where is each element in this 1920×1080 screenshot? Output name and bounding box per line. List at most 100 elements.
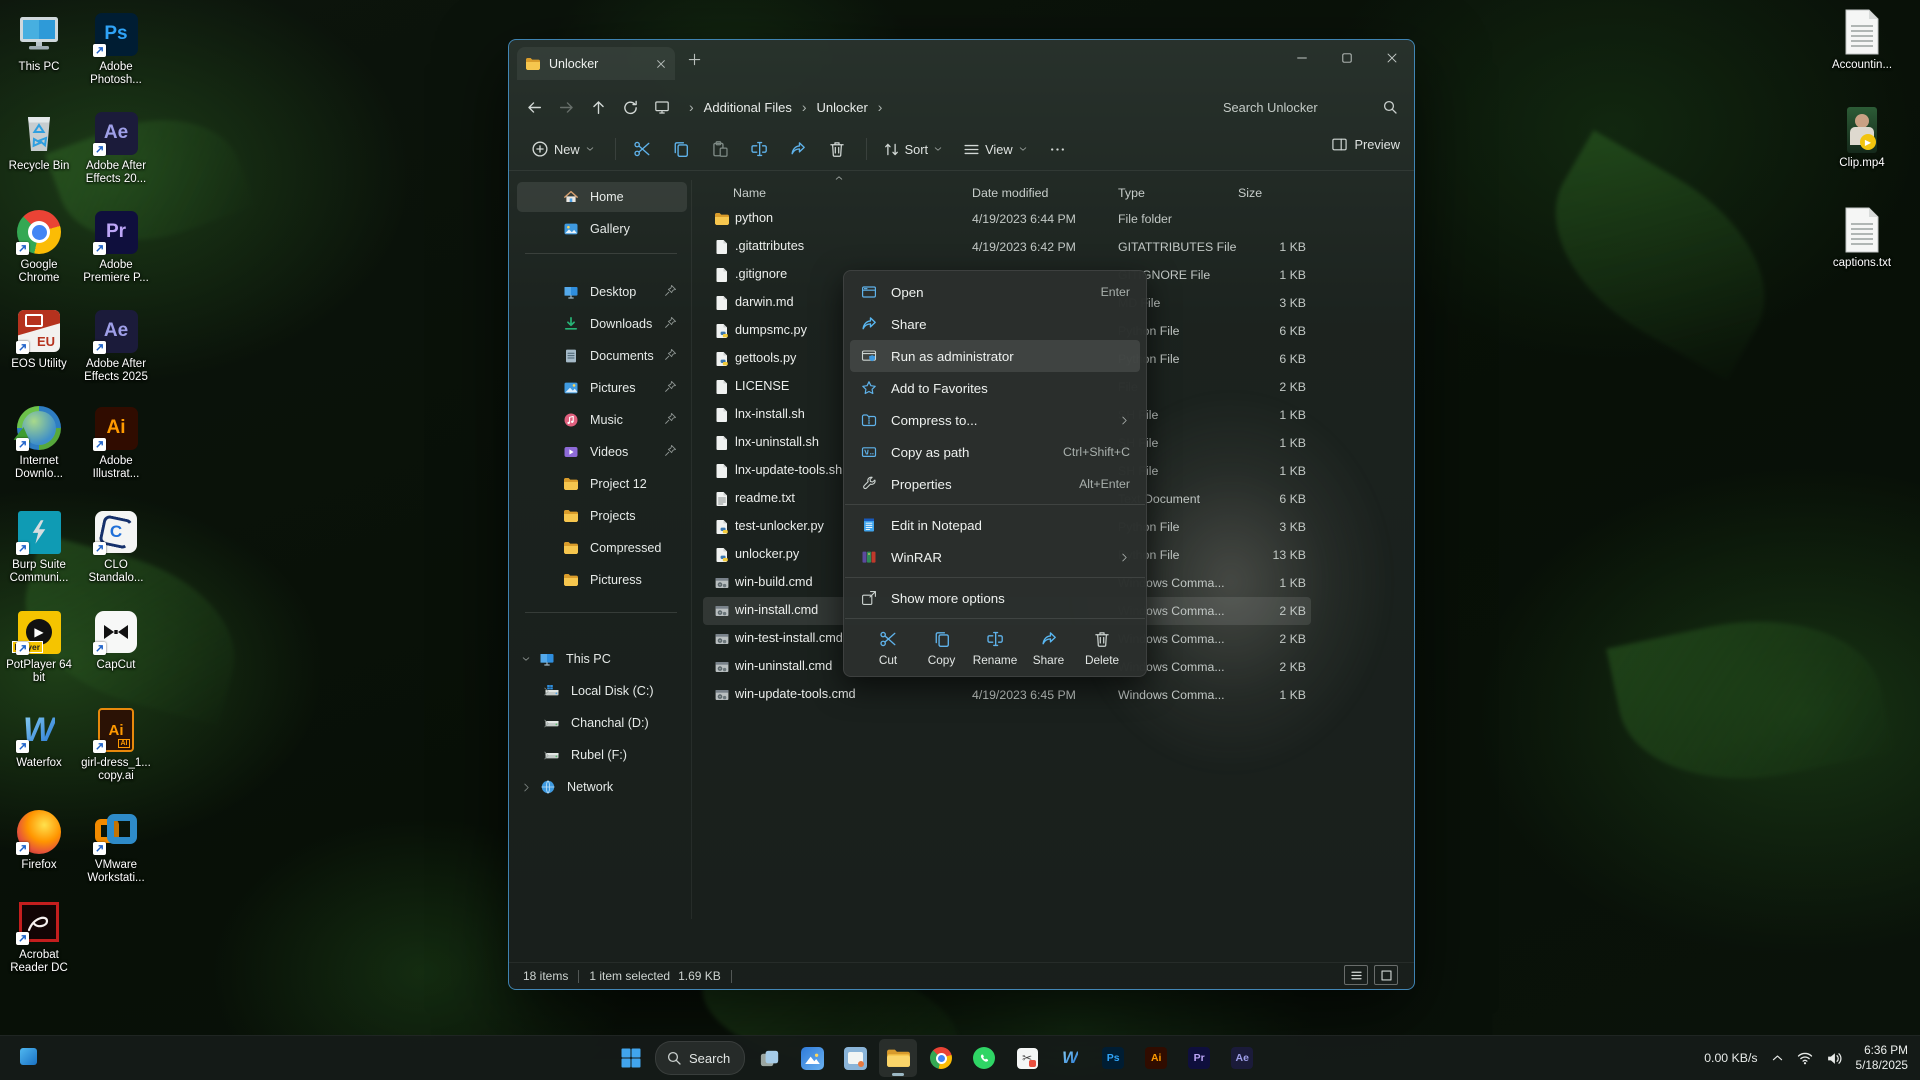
menu-item-show-more-options[interactable]: Show more options xyxy=(850,582,1140,614)
menu-item-edit-in-notepad[interactable]: Edit in Notepad xyxy=(850,509,1140,541)
taskbar-app-start[interactable] xyxy=(612,1039,650,1077)
taskbar-app-photos[interactable] xyxy=(793,1039,831,1077)
search-icon[interactable] xyxy=(1382,99,1398,115)
titlebar[interactable]: Unlocker xyxy=(509,40,1414,86)
quick-action-copy[interactable]: Copy xyxy=(920,630,964,667)
new-button[interactable]: New xyxy=(523,134,603,164)
thumbnail-view-toggle[interactable] xyxy=(1374,965,1398,985)
sidebar-item-rubel-f[interactable]: Rubel (F:) xyxy=(517,740,687,770)
view-button[interactable]: View xyxy=(955,135,1036,164)
share-button[interactable] xyxy=(780,134,816,164)
sidebar-item-pictures[interactable]: Pictures xyxy=(517,373,687,403)
desktop-icon-eos-utility[interactable]: EUEOS Utility xyxy=(3,307,75,371)
menu-item-add-to-favorites[interactable]: Add to Favorites xyxy=(850,372,1140,404)
sidebar-item-projects[interactable]: Projects xyxy=(517,501,687,531)
column-header-date-modified[interactable]: Date modified xyxy=(972,186,1048,200)
tab-close-icon[interactable] xyxy=(655,58,667,70)
desktop-icon-adobe-illustrat[interactable]: AiAdobe Illustrat... xyxy=(80,404,152,481)
preview-button[interactable]: Preview xyxy=(1331,136,1400,153)
desktop-icon-firefox[interactable]: Firefox xyxy=(3,808,75,872)
column-header-name[interactable]: Name xyxy=(733,186,766,200)
tray-chevron-up-icon[interactable] xyxy=(1771,1052,1784,1065)
sidebar-item-home[interactable]: Home xyxy=(517,182,687,212)
breadcrumb-unlocker[interactable]: Unlocker xyxy=(817,100,868,115)
desktop-icon-burp-suite-communi[interactable]: Burp Suite Communi... xyxy=(3,508,75,585)
taskbar-app-file-explorer[interactable] xyxy=(879,1039,917,1077)
refresh-button[interactable] xyxy=(622,99,639,116)
sidebar-item-this-pc[interactable]: This PC xyxy=(517,644,687,674)
more-button[interactable] xyxy=(1040,135,1075,164)
desktop-icon-capcut[interactable]: CapCut xyxy=(80,608,152,672)
delete-button[interactable] xyxy=(819,134,855,164)
column-header-type[interactable]: Type xyxy=(1118,186,1145,200)
taskbar-app-photoshop[interactable]: Ps xyxy=(1094,1039,1132,1077)
volume-icon[interactable] xyxy=(1826,1050,1843,1067)
desktop-icon-waterfox[interactable]: WWaterfox xyxy=(3,706,75,770)
taskbar-search[interactable]: Search xyxy=(655,1041,745,1075)
taskbar-app-premiere[interactable]: Pr xyxy=(1180,1039,1218,1077)
chevron-right-icon[interactable] xyxy=(541,718,552,729)
menu-item-winrar[interactable]: WinRAR xyxy=(850,541,1140,573)
taskbar-app-chrome[interactable] xyxy=(922,1039,960,1077)
sidebar-item-gallery[interactable]: Gallery xyxy=(517,214,687,244)
sidebar-item-music[interactable]: Music xyxy=(517,405,687,435)
desktop-icon-vmware-workstati[interactable]: VMware Workstati... xyxy=(80,808,152,885)
taskbar-app-illustrator[interactable]: Ai xyxy=(1137,1039,1175,1077)
quick-action-cut[interactable]: Cut xyxy=(866,630,910,667)
cut-button[interactable] xyxy=(624,134,660,164)
quick-action-rename[interactable]: Rename xyxy=(973,630,1017,667)
desktop-icon-clip-mp4[interactable]: ▶Clip.mp4 xyxy=(1824,106,1900,170)
chevron-right-icon[interactable] xyxy=(521,782,532,793)
file-row-gitattributes[interactable]: .gitattributes 4/19/2023 6:42 PM GITATTR… xyxy=(691,233,1414,261)
menu-item-open[interactable]: Open Enter xyxy=(850,276,1140,308)
taskbar-app-media-viewer[interactable] xyxy=(836,1039,874,1077)
chevron-right-icon[interactable] xyxy=(541,750,552,761)
menu-item-run-as-administrator[interactable]: Run as administrator xyxy=(850,340,1140,372)
desktop-icon-this-pc[interactable]: This PC xyxy=(3,10,75,74)
desktop-icon-internet-downlo[interactable]: Internet Downlo... xyxy=(3,404,75,481)
minimize-button[interactable] xyxy=(1279,40,1324,76)
paste-button[interactable] xyxy=(702,134,738,164)
close-button[interactable] xyxy=(1369,40,1414,76)
menu-item-compress-to[interactable]: Compress to... xyxy=(850,404,1140,436)
menu-item-share[interactable]: Share xyxy=(850,308,1140,340)
sidebar-item-chanchal-d[interactable]: Chanchal (D:) xyxy=(517,708,687,738)
desktop-icon-acrobat-reader-dc[interactable]: Acrobat Reader DC xyxy=(3,898,75,975)
sidebar-item-compressed[interactable]: Compressed xyxy=(517,533,687,563)
menu-item-properties[interactable]: Properties Alt+Enter xyxy=(850,468,1140,500)
desktop-icon-clo-standalo[interactable]: CCLO Standalo... xyxy=(80,508,152,585)
desktop-icon-adobe-after-effects-2025[interactable]: AeAdobe After Effects 2025 xyxy=(80,307,152,384)
sidebar-item-picturess[interactable]: Picturess xyxy=(517,565,687,595)
clock[interactable]: 6:36 PM 5/18/2025 xyxy=(1856,1043,1908,1073)
taskbar-app-task-view[interactable] xyxy=(750,1039,788,1077)
copy-button[interactable] xyxy=(663,134,699,164)
details-view-toggle[interactable] xyxy=(1344,965,1368,985)
tab-unlocker[interactable]: Unlocker xyxy=(517,47,675,80)
menu-item-copy-as-path[interactable]: Copy as path Ctrl+Shift+C xyxy=(850,436,1140,468)
desktop-icon-captions-txt[interactable]: captions.txt xyxy=(1824,206,1900,270)
wifi-icon[interactable] xyxy=(1797,1050,1813,1066)
desktop-icon-recycle-bin[interactable]: Recycle Bin xyxy=(3,109,75,173)
desktop-icon-adobe-premiere-p[interactable]: PrAdobe Premiere P... xyxy=(80,208,152,285)
column-header-size[interactable]: Size xyxy=(1238,186,1262,200)
taskbar-app-whatsapp[interactable] xyxy=(965,1039,1003,1077)
file-row-python[interactable]: python 4/19/2023 6:44 PM File folder xyxy=(691,205,1414,233)
rename-button[interactable] xyxy=(741,134,777,164)
sort-button[interactable]: Sort xyxy=(875,135,951,164)
desktop-icon-girl-dress-1-copy-ai[interactable]: AiAIgirl-dress_1... copy.ai xyxy=(80,706,152,783)
quick-action-share[interactable]: Share xyxy=(1027,630,1071,667)
sidebar-item-project-12[interactable]: Project 12 xyxy=(517,469,687,499)
desktop-icon-potplayer-64-bit[interactable]: ▶PlayerPotPlayer 64 bit xyxy=(3,608,75,685)
sidebar-item-network[interactable]: Network xyxy=(517,772,687,802)
forward-button[interactable] xyxy=(558,99,575,116)
desktop-icon-adobe-photosh[interactable]: PsAdobe Photosh... xyxy=(80,10,152,87)
sidebar-item-downloads[interactable]: Downloads xyxy=(517,309,687,339)
up-button[interactable] xyxy=(590,99,607,116)
back-button[interactable] xyxy=(526,99,543,116)
search-box[interactable]: Search Unlocker xyxy=(1223,94,1398,120)
quick-action-delete[interactable]: Delete xyxy=(1080,630,1124,667)
taskbar-app-after-effects[interactable]: Ae xyxy=(1223,1039,1261,1077)
sidebar-item-videos[interactable]: Videos xyxy=(517,437,687,467)
taskbar-app-snipping-tool[interactable]: ✂ xyxy=(1008,1039,1046,1077)
desktop-icon-google-chrome[interactable]: Google Chrome xyxy=(3,208,75,285)
